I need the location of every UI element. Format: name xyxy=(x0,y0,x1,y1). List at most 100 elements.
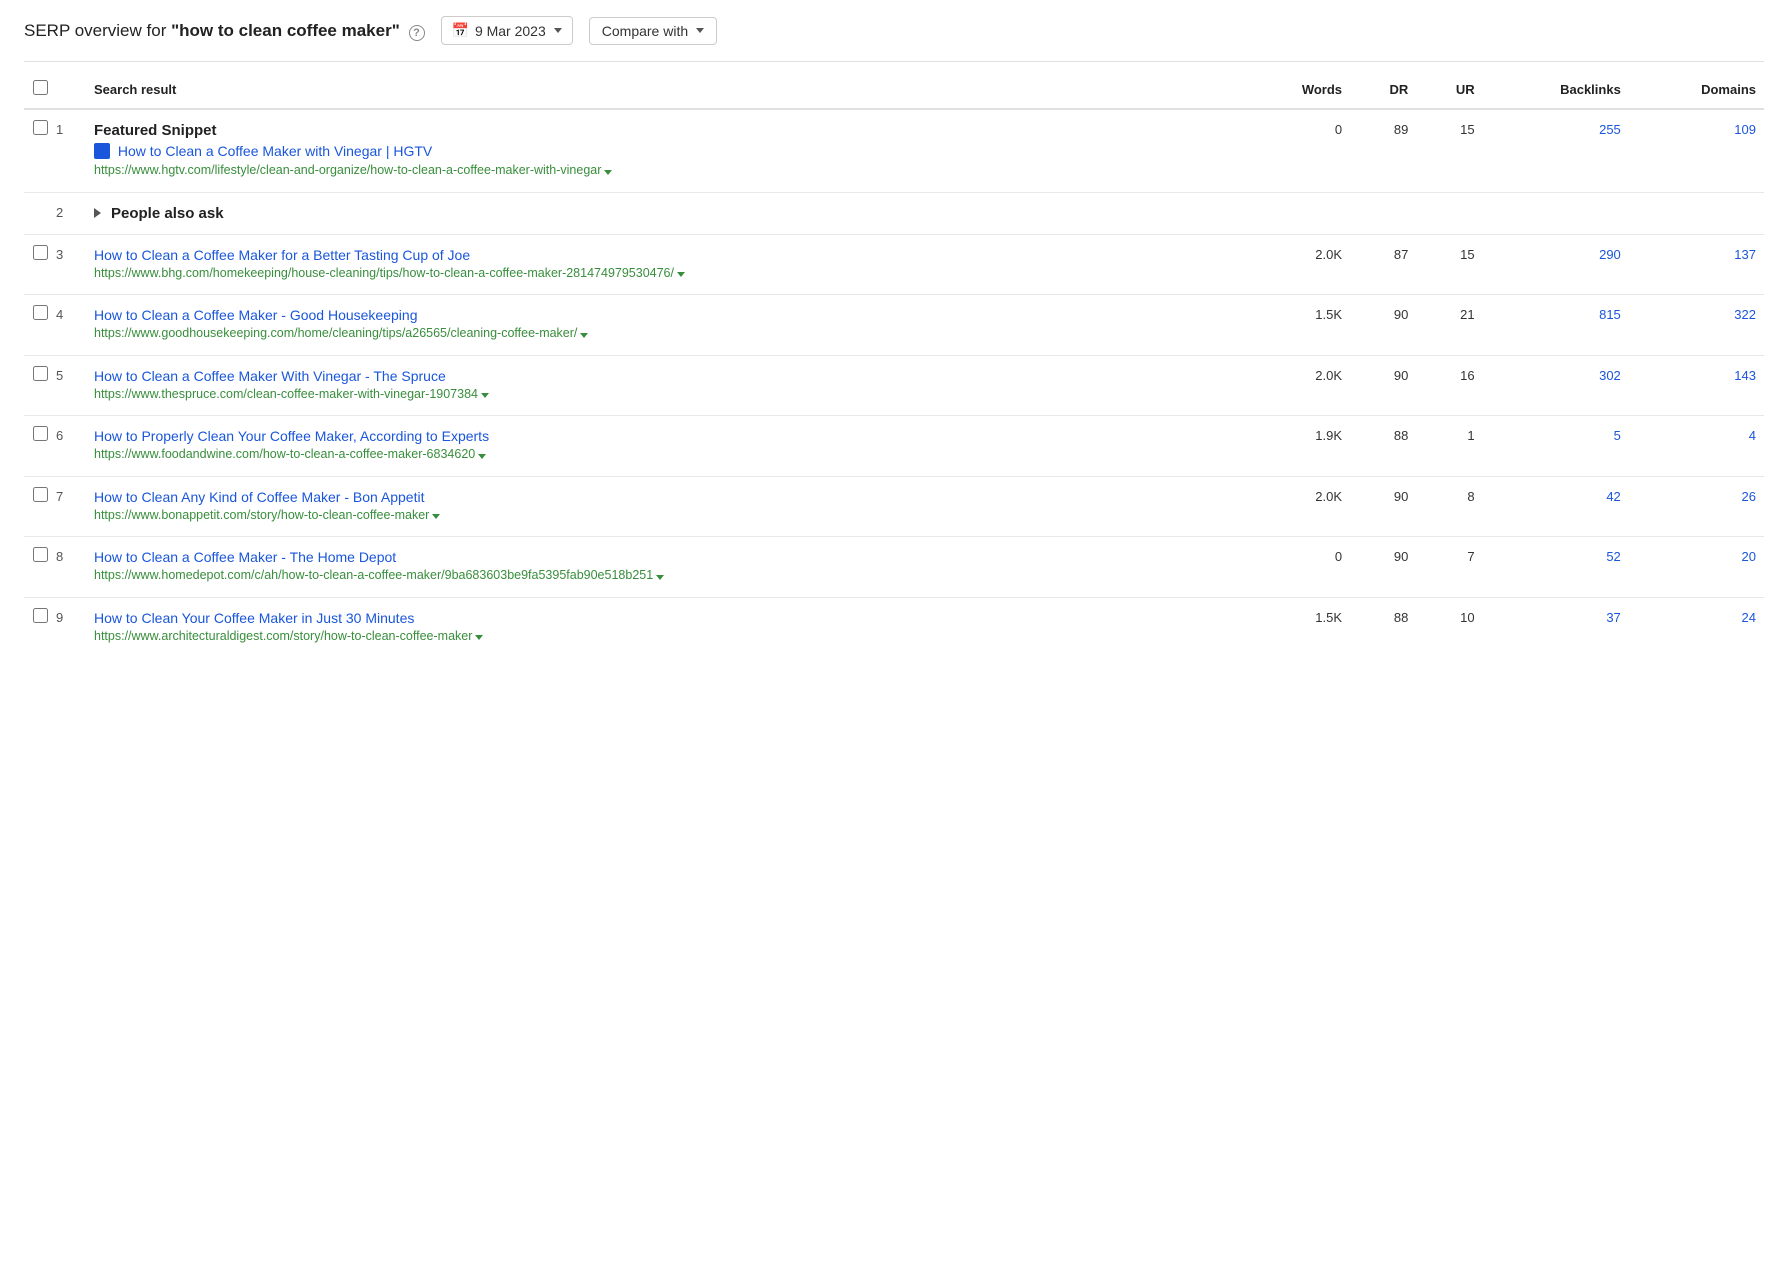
row-backlinks: 52 xyxy=(1483,537,1629,598)
row-checkbox[interactable] xyxy=(33,547,48,562)
row-backlinks: 42 xyxy=(1483,476,1629,537)
row-checkbox[interactable] xyxy=(33,245,48,260)
result-title-link[interactable]: How to Clean Any Kind of Coffee Maker - … xyxy=(94,489,1235,505)
row-rank: 4 xyxy=(56,295,86,356)
backlinks-link[interactable]: 37 xyxy=(1606,610,1620,625)
result-url: https://www.bhg.com/homekeeping/house-cl… xyxy=(94,265,1235,283)
row-rank: 6 xyxy=(56,416,86,477)
result-title-link[interactable]: How to Clean Your Coffee Maker in Just 3… xyxy=(94,610,1235,626)
result-title-link[interactable]: How to Clean a Coffee Maker for a Better… xyxy=(94,247,1235,263)
row-dr: 88 xyxy=(1350,416,1416,477)
col-search-result: Search result xyxy=(86,70,1243,109)
result-title-link[interactable]: How to Clean a Coffee Maker With Vinegar… xyxy=(94,368,1235,384)
row-backlinks: 5 xyxy=(1483,416,1629,477)
row-dr: 88 xyxy=(1350,597,1416,657)
table-row: 4 How to Clean a Coffee Maker - Good Hous… xyxy=(24,295,1764,356)
row-ur: 7 xyxy=(1416,537,1482,598)
row-checkbox[interactable] xyxy=(33,366,48,381)
row-check-cell xyxy=(24,476,56,537)
row-words: 2.0K xyxy=(1243,355,1350,416)
chevron-down-icon xyxy=(696,28,704,33)
compare-with-button[interactable]: Compare with xyxy=(589,17,717,45)
url-dropdown-arrow[interactable] xyxy=(677,272,685,277)
row-words: 1.9K xyxy=(1243,416,1350,477)
row-ur: 8 xyxy=(1416,476,1482,537)
row-rank: 5 xyxy=(56,355,86,416)
row-checkbox[interactable] xyxy=(33,426,48,441)
table-row: 6 How to Properly Clean Your Coffee Maker… xyxy=(24,416,1764,477)
row-rank: 1 xyxy=(56,109,86,192)
url-dropdown-arrow[interactable] xyxy=(432,514,440,519)
row-domains: 20 xyxy=(1629,537,1764,598)
row-domains: 137 xyxy=(1629,234,1764,295)
row-result: How to Clean Any Kind of Coffee Maker - … xyxy=(86,476,1243,537)
row-dr: 90 xyxy=(1350,537,1416,598)
row-rank: 3 xyxy=(56,234,86,295)
result-title-link[interactable]: How to Properly Clean Your Coffee Maker,… xyxy=(94,428,1235,444)
domains-link[interactable]: 4 xyxy=(1749,428,1756,443)
url-dropdown-arrow[interactable] xyxy=(481,393,489,398)
row-words: 0 xyxy=(1243,109,1350,192)
backlinks-link[interactable]: 290 xyxy=(1599,247,1621,262)
row-checkbox[interactable] xyxy=(33,120,48,135)
row-result: How to Properly Clean Your Coffee Maker,… xyxy=(86,416,1243,477)
domains-link[interactable]: 322 xyxy=(1734,307,1756,322)
result-title-link[interactable]: How to Clean a Coffee Maker - Good House… xyxy=(94,307,1235,323)
select-all-checkbox[interactable] xyxy=(33,80,48,95)
date-label: 9 Mar 2023 xyxy=(475,23,546,39)
url-dropdown-arrow[interactable] xyxy=(475,635,483,640)
row-checkbox[interactable] xyxy=(33,608,48,623)
backlinks-link[interactable]: 52 xyxy=(1606,549,1620,564)
row-ur: 21 xyxy=(1416,295,1482,356)
row-domains: 4 xyxy=(1629,416,1764,477)
domains-link[interactable]: 20 xyxy=(1742,549,1756,564)
table-row: 1Featured Snippet How to Clean a Coffee … xyxy=(24,109,1764,192)
page-title: SERP overview for "how to clean coffee m… xyxy=(24,21,425,41)
chevron-down-icon xyxy=(554,28,562,33)
result-title-link[interactable]: How to Clean a Coffee Maker with Vinegar… xyxy=(94,143,1235,160)
favicon-icon xyxy=(94,143,110,159)
people-also-ask-label[interactable]: People also ask xyxy=(94,205,1756,222)
table-row: 8How to Clean a Coffee Maker - The Home … xyxy=(24,537,1764,598)
row-result: How to Clean a Coffee Maker for a Better… xyxy=(86,234,1243,295)
col-rank xyxy=(56,70,86,109)
url-dropdown-arrow[interactable] xyxy=(656,575,664,580)
row-backlinks: 290 xyxy=(1483,234,1629,295)
backlinks-link[interactable]: 42 xyxy=(1606,489,1620,504)
domains-link[interactable]: 24 xyxy=(1742,610,1756,625)
table-row: 3 How to Clean a Coffee Maker for a Bette… xyxy=(24,234,1764,295)
url-dropdown-arrow[interactable] xyxy=(478,454,486,459)
domains-link[interactable]: 109 xyxy=(1734,122,1756,137)
row-checkbox[interactable] xyxy=(33,305,48,320)
row-rank: 7 xyxy=(56,476,86,537)
row-words: 2.0K xyxy=(1243,234,1350,295)
row-ur: 1 xyxy=(1416,416,1482,477)
date-picker-button[interactable]: 📅 9 Mar 2023 xyxy=(441,16,573,45)
url-dropdown-arrow[interactable] xyxy=(604,170,612,175)
row-ur: 15 xyxy=(1416,234,1482,295)
row-checkbox[interactable] xyxy=(33,487,48,502)
backlinks-link[interactable]: 5 xyxy=(1614,428,1621,443)
result-url: https://www.architecturaldigest.com/stor… xyxy=(94,628,1235,646)
col-check xyxy=(24,70,56,109)
help-icon[interactable]: ? xyxy=(409,25,425,41)
row-check-cell xyxy=(24,416,56,477)
search-keyword: "how to clean coffee maker" xyxy=(171,21,400,40)
row-words: 2.0K xyxy=(1243,476,1350,537)
backlinks-link[interactable]: 255 xyxy=(1599,122,1621,137)
backlinks-link[interactable]: 302 xyxy=(1599,368,1621,383)
page-header: SERP overview for "how to clean coffee m… xyxy=(24,16,1764,62)
row-ur: 16 xyxy=(1416,355,1482,416)
url-dropdown-arrow[interactable] xyxy=(580,333,588,338)
result-title-link[interactable]: How to Clean a Coffee Maker - The Home D… xyxy=(94,549,1235,565)
row-words: 1.5K xyxy=(1243,597,1350,657)
domains-link[interactable]: 143 xyxy=(1734,368,1756,383)
domains-link[interactable]: 137 xyxy=(1734,247,1756,262)
row-dr: 87 xyxy=(1350,234,1416,295)
row-domains: 143 xyxy=(1629,355,1764,416)
row-backlinks: 815 xyxy=(1483,295,1629,356)
col-dr: DR xyxy=(1350,70,1416,109)
domains-link[interactable]: 26 xyxy=(1742,489,1756,504)
backlinks-link[interactable]: 815 xyxy=(1599,307,1621,322)
row-backlinks: 302 xyxy=(1483,355,1629,416)
